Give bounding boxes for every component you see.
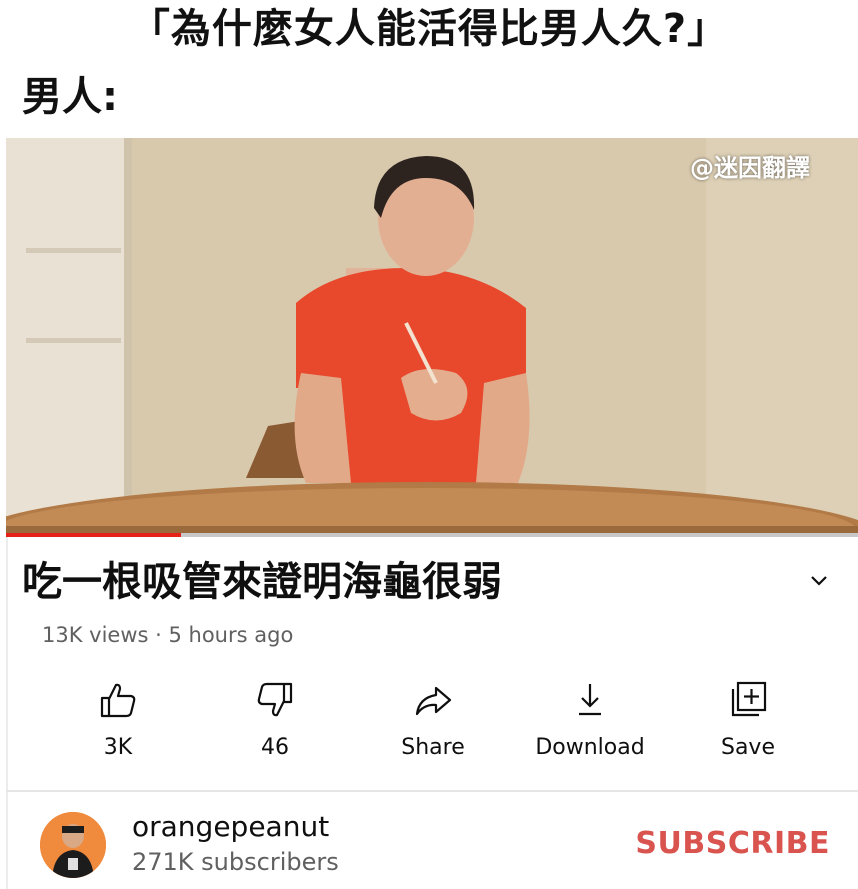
video-progress-fill	[6, 533, 181, 537]
subscriber-count: 271K subscribers	[132, 848, 339, 876]
channel-row: orangepeanut 271K subscribers SUBSCRIBE	[40, 806, 840, 884]
video-meta: 13K views · 5 hours ago	[42, 623, 294, 647]
share-label: Share	[401, 735, 465, 760]
like-button[interactable]: 3K	[48, 680, 188, 762]
save-playlist-icon	[731, 681, 767, 717]
meme-top-caption: 「為什麼女人能活得比男人久?」	[129, 6, 729, 52]
download-button[interactable]: Download	[520, 680, 660, 762]
video-player[interactable]: @迷因翻譯	[6, 138, 858, 536]
share-button[interactable]: Share	[363, 680, 503, 762]
channel-avatar-image	[40, 812, 106, 878]
thumbs-down-icon	[257, 682, 293, 717]
meme-second-caption: 男人:	[22, 74, 118, 120]
watermark-text: @迷因翻譯	[690, 154, 810, 182]
save-button[interactable]: Save	[678, 680, 818, 762]
thumbs-up-icon	[100, 683, 136, 718]
divider-left	[6, 537, 8, 889]
download-icon	[579, 684, 601, 716]
video-title-row[interactable]: 吃一根吸管來證明海龜很弱	[22, 552, 842, 612]
chevron-down-icon[interactable]	[806, 568, 832, 594]
dislike-count: 46	[261, 735, 289, 760]
save-label: Save	[720, 735, 775, 760]
download-label: Download	[535, 735, 645, 760]
channel-name[interactable]: orangepeanut	[132, 810, 329, 844]
like-count: 3K	[103, 735, 133, 760]
action-bar: 3K 46 Share Download Save	[40, 680, 818, 770]
share-icon	[415, 686, 452, 716]
avatar[interactable]	[40, 812, 106, 878]
dislike-button[interactable]: 46	[205, 680, 345, 762]
video-progress-bar[interactable]	[6, 533, 858, 537]
subscribe-button[interactable]: SUBSCRIBE	[635, 824, 830, 864]
video-title: 吃一根吸管來證明海龜很弱	[22, 559, 502, 605]
video-frame-illustration	[6, 138, 858, 536]
divider	[6, 790, 858, 792]
